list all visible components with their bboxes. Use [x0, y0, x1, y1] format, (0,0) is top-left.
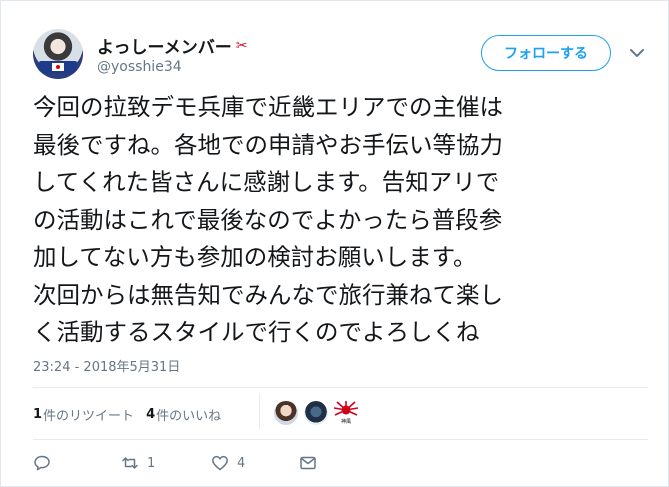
scissors-icon: ✂: [235, 37, 248, 54]
likes-count[interactable]: 4: [146, 407, 155, 422]
liker-avatar[interactable]: [304, 401, 328, 425]
reply-button[interactable]: [33, 451, 51, 475]
divider: [33, 387, 648, 388]
chevron-down-icon[interactable]: [627, 43, 647, 63]
tweet-line: 最後ですね。各地での申請やお手伝い等協力: [33, 130, 503, 159]
message-icon: [300, 456, 316, 470]
divider: [33, 439, 648, 440]
stats-separator: [259, 393, 260, 429]
like-count: 4: [237, 455, 246, 471]
tweet-stats: 1 件のリツイート 4 件のいいね: [33, 405, 221, 424]
tweet-card: よっしーメンバー ✂ @yosshie34 フォローする 今回の拉致デモ兵庫で近…: [0, 0, 669, 487]
liker-avatar[interactable]: 神風: [334, 401, 358, 425]
like-button[interactable]: 4: [211, 451, 245, 475]
retweet-icon: [122, 457, 138, 469]
liker-avatar[interactable]: [274, 401, 298, 425]
avatar[interactable]: [33, 29, 83, 79]
heart-icon: [212, 455, 228, 471]
tweet-line: く活動するスタイルで行くのでよろしくね: [33, 318, 480, 346]
display-name[interactable]: よっしーメンバー ✂: [97, 33, 248, 59]
retweets-label[interactable]: 件のリツイート: [43, 405, 134, 424]
rising-sun-logo: 神風: [334, 401, 358, 425]
retweet-count: 1: [147, 455, 156, 471]
follow-button[interactable]: フォローする: [481, 35, 611, 71]
tweet-text: 今回の拉致デモ兵庫で近畿エリアでの主催は 最後ですね。各地での申請やお手伝い等協…: [33, 89, 653, 352]
reply-icon: [34, 455, 50, 471]
display-name-text[interactable]: よっしーメンバー: [97, 33, 232, 58]
retweet-button[interactable]: 1: [121, 451, 155, 475]
tweet-line: の活動はこれで最後なのでよかったら普段参: [33, 205, 503, 234]
direct-message-button[interactable]: [299, 451, 317, 475]
tweet-line: してくれた皆さんに感謝します。告知アリで: [33, 168, 500, 196]
tweet-line: 今回の拉致デモ兵庫で近畿エリアでの主催は: [33, 93, 503, 121]
tweet-line: 加してない方も参加の検討お願いします。: [33, 243, 477, 271]
tweet-line: 次回からは無告知でみんなで旅行兼ねて楽し: [33, 280, 503, 309]
user-handle[interactable]: @yosshie34: [97, 59, 182, 75]
tweet-timestamp[interactable]: 23:24 - 2018年5月31日: [33, 356, 180, 375]
likes-label[interactable]: 件のいいね: [156, 405, 221, 424]
retweets-count[interactable]: 1: [33, 407, 42, 422]
liker-3-label: 神風: [341, 418, 351, 425]
